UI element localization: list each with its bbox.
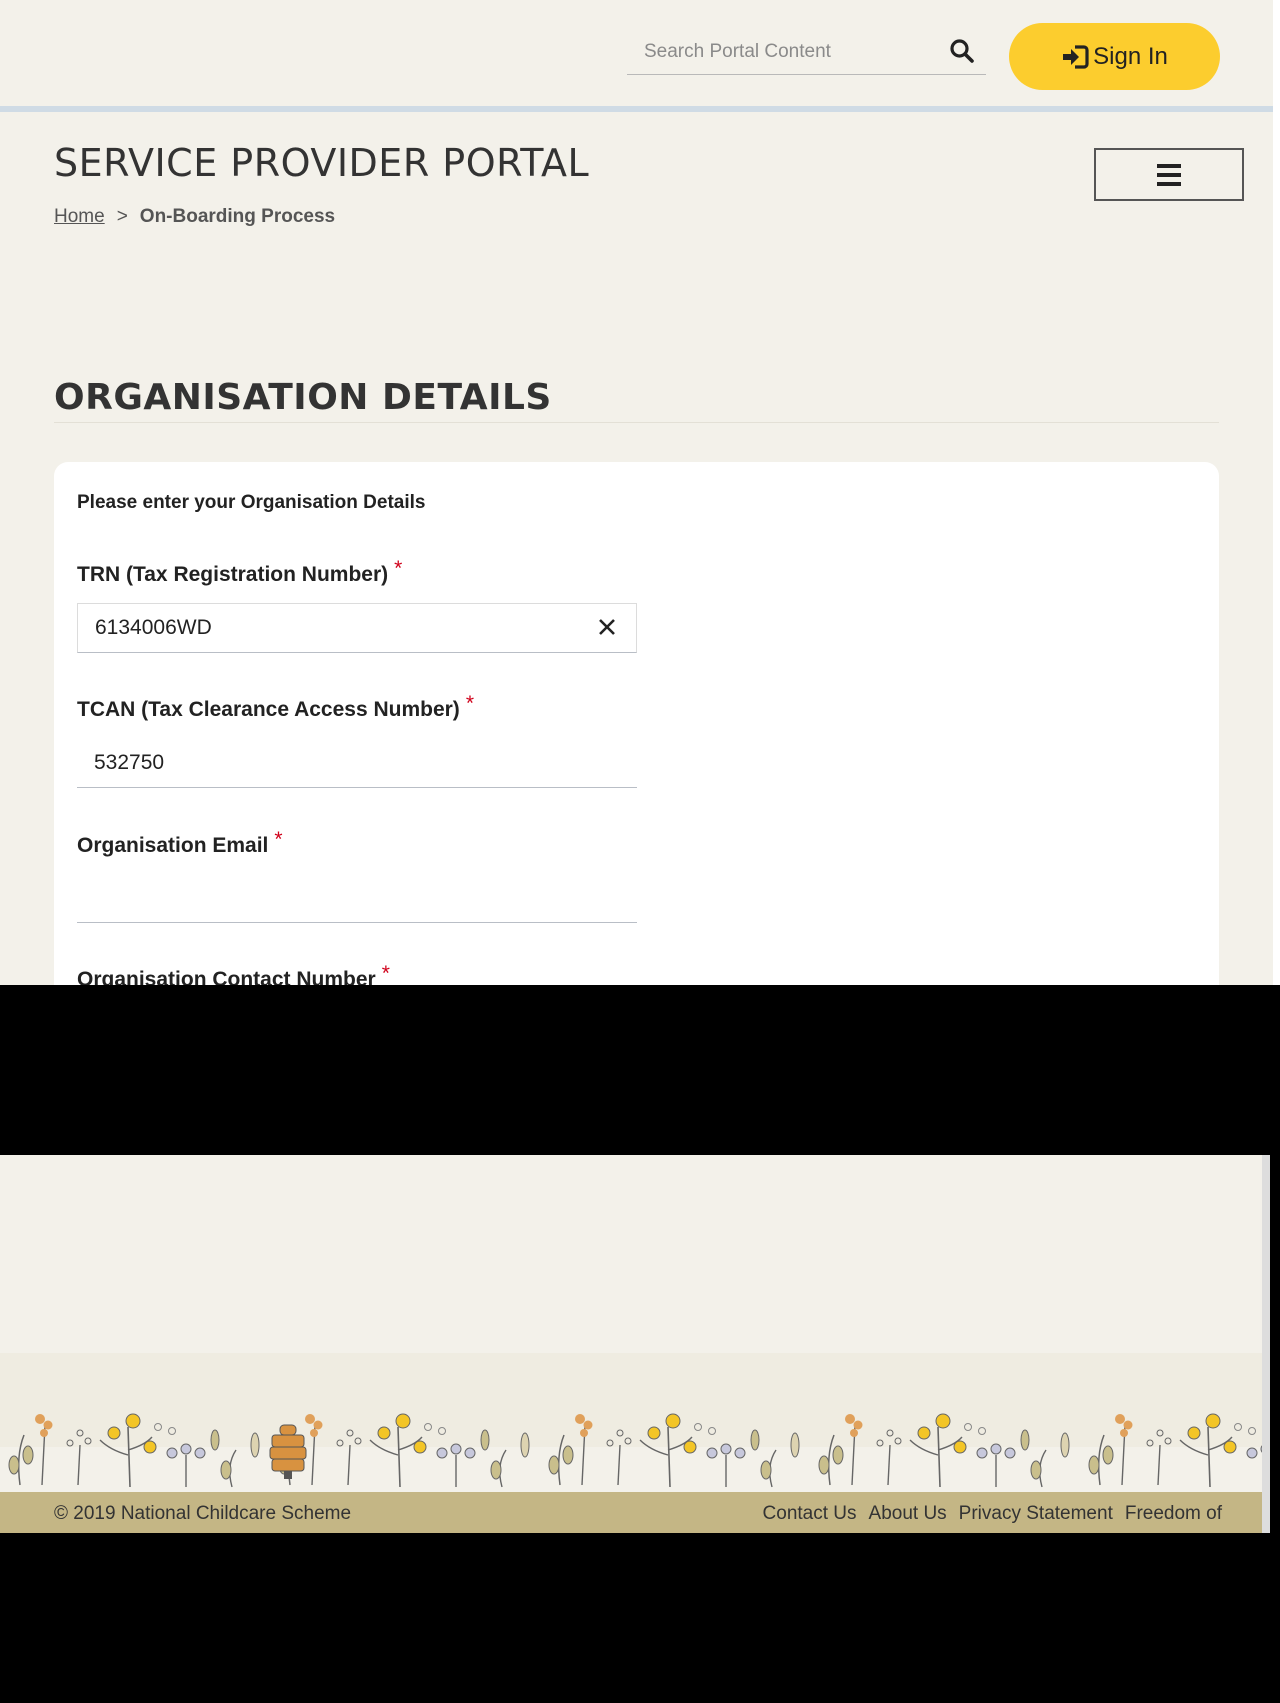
footer-link-about-us[interactable]: About Us: [869, 1503, 947, 1525]
search-button[interactable]: [942, 32, 982, 72]
site-header: Sign In: [0, 0, 1273, 112]
search-box: [627, 30, 986, 75]
contact-number-label: Organisation Contact Number *: [77, 962, 390, 985]
sign-in-button[interactable]: Sign In: [1009, 23, 1220, 90]
section-title: ORGANISATION DETAILS: [54, 377, 552, 418]
trn-label-text: TRN (Tax Registration Number): [77, 563, 389, 586]
page-top-viewport: Sign In SERVICE PROVIDER PORTAL Home > O…: [0, 0, 1273, 985]
email-label-text: Organisation Email: [77, 834, 269, 857]
required-marker: *: [465, 692, 474, 715]
scrollbar-thumb[interactable]: [1262, 1155, 1270, 1533]
flower-border-illustration: [8, 1413, 1268, 1488]
trn-input[interactable]: [77, 603, 637, 653]
section-divider: [54, 422, 1219, 423]
email-label: Organisation Email *: [77, 828, 283, 858]
footer-bar: © 2019 National Childcare Scheme Contact…: [0, 1492, 1268, 1533]
form-intro-text: Please enter your Organisation Details: [77, 492, 426, 513]
footer-link-freedom-of-information[interactable]: Freedom of: [1125, 1503, 1222, 1525]
required-marker: *: [394, 557, 403, 580]
tcan-label: TCAN (Tax Clearance Access Number) *: [77, 692, 474, 722]
close-icon: [599, 618, 615, 635]
required-marker: *: [381, 962, 390, 985]
required-marker: *: [274, 828, 283, 851]
email-input[interactable]: [77, 873, 637, 923]
page-bottom-viewport: © 2019 National Childcare Scheme Contact…: [0, 1155, 1268, 1533]
sign-in-label: Sign In: [1093, 42, 1168, 70]
search-input[interactable]: [627, 30, 937, 74]
tcan-input[interactable]: [77, 738, 637, 788]
copyright-text: © 2019 National Childcare Scheme: [54, 1503, 352, 1524]
tcan-label-text: TCAN (Tax Clearance Access Number): [77, 698, 460, 721]
portal-title: SERVICE PROVIDER PORTAL: [54, 141, 590, 185]
trn-clear-button[interactable]: [587, 608, 627, 648]
organisation-form-card: Please enter your Organisation Details T…: [54, 462, 1219, 985]
scrollbar-track[interactable]: [1273, 0, 1280, 985]
breadcrumb-separator: >: [116, 206, 128, 227]
footer-link-contact-us[interactable]: Contact Us: [763, 1503, 857, 1525]
footer-links: Contact Us About Us Privacy Statement Fr…: [763, 1503, 1222, 1525]
breadcrumb-home-link[interactable]: Home: [54, 206, 105, 228]
sign-in-icon: [1063, 44, 1089, 69]
footer-link-privacy-statement[interactable]: Privacy Statement: [959, 1503, 1113, 1525]
breadcrumb-current: On-Boarding Process: [139, 206, 336, 227]
breadcrumb: Home > On-Boarding Process: [54, 206, 335, 228]
contact-number-label-text: Organisation Contact Number: [77, 968, 376, 985]
beehive-icon: [269, 1424, 307, 1479]
search-icon: [950, 38, 974, 63]
trn-label: TRN (Tax Registration Number) *: [77, 557, 402, 587]
hamburger-menu-icon: [1157, 163, 1181, 186]
menu-button[interactable]: [1094, 148, 1244, 201]
